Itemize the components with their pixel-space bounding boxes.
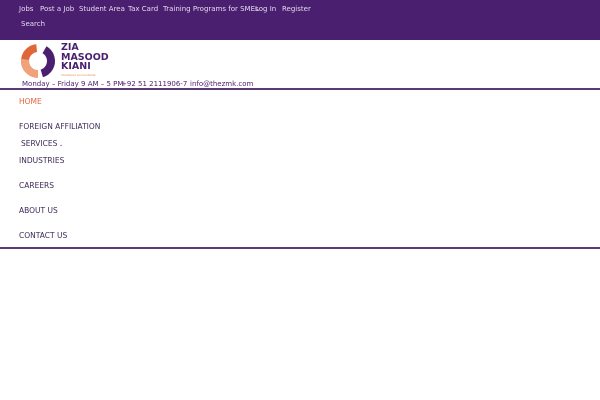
nav-home[interactable]: HOME xyxy=(19,97,42,106)
link-tax-card[interactable]: Tax Card xyxy=(128,5,158,13)
email[interactable]: info@thezmk.com xyxy=(190,80,253,88)
link-student-area[interactable]: Student Area xyxy=(79,5,125,13)
link-post-job[interactable]: Post a Job xyxy=(40,5,74,13)
nav-divider xyxy=(0,247,600,249)
link-search[interactable]: Search xyxy=(21,20,45,28)
nav-services-label: SERVICES xyxy=(21,139,58,148)
link-jobs[interactable]: Jobs xyxy=(19,5,33,13)
chevron-down-icon: ⌄ xyxy=(57,142,64,148)
top-bar: Jobs Post a Job Student Area Tax Card Tr… xyxy=(0,0,600,40)
office-hours: Monday – Friday 9 AM – 5 PM xyxy=(22,80,124,88)
logo-icon[interactable] xyxy=(19,42,57,80)
brand-tagline: Chartered Accountants xyxy=(61,73,96,77)
nav-careers[interactable]: CAREERS xyxy=(19,181,54,190)
header-divider xyxy=(0,88,600,90)
brand-line: KIANI xyxy=(61,61,91,72)
nav-services[interactable]: SERVICES ⌄ xyxy=(21,139,63,148)
link-training[interactable]: Training Programs for SMEs xyxy=(163,5,259,13)
nav-foreign-affiliation[interactable]: FOREIGN AFFILIATION xyxy=(19,122,100,131)
link-login[interactable]: Log In xyxy=(255,5,276,13)
phone[interactable]: +92 51 2111906-7 xyxy=(121,80,187,88)
nav-contact-us[interactable]: CONTACT US xyxy=(19,231,67,240)
nav-industries[interactable]: INDUSTRIES xyxy=(19,156,64,165)
brand-name: ZIA MASOOD KIANI xyxy=(61,43,109,72)
nav-about-us[interactable]: ABOUT US xyxy=(19,206,58,215)
link-register[interactable]: Register xyxy=(282,5,311,13)
